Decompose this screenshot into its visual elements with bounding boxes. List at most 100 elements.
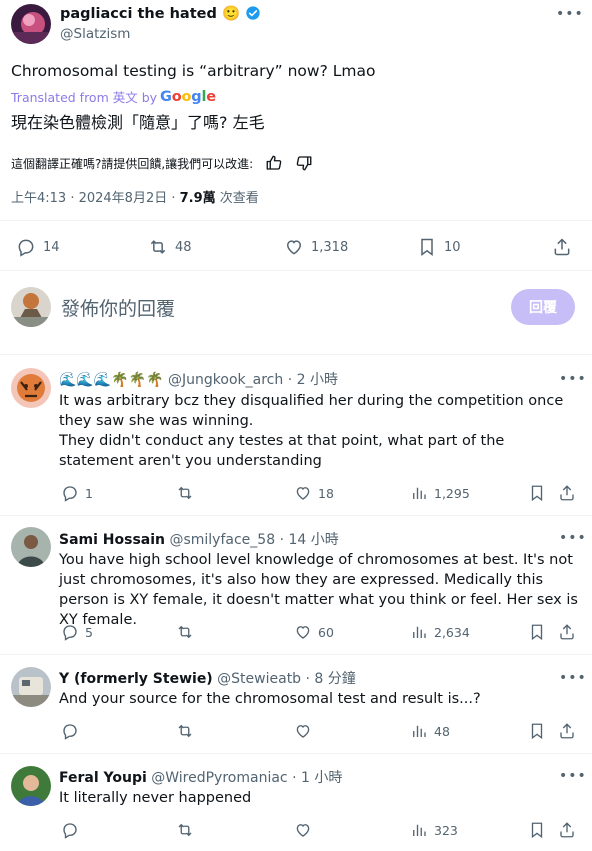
share-action[interactable] [552,237,572,257]
views-count: 323 [434,822,458,838]
bookmark-action[interactable]: 10 [417,237,461,257]
reply-header: Feral Youpi @WiredPyromaniac · 1 小時 [59,767,342,787]
feedback-prompt: 這個翻譯正確嗎?請提供回饋,讓我們可以改進: [11,156,254,171]
author-name-text[interactable]: pagliacci the hated [60,6,217,22]
reply-text: It was arbitrary bcz they disqualified h… [59,391,579,471]
reply-text-line: They didn't conduct any testes at that p… [59,433,505,469]
translation-feedback: 這個翻譯正確嗎?請提供回饋,讓我們可以改進: [11,154,313,172]
author-name[interactable]: pagliacci the hated 🙂 [60,5,261,22]
like-action[interactable] [294,821,312,839]
author-emoji: 🙂 [221,6,240,22]
retweet-action[interactable] [176,484,194,502]
share-icon [560,723,574,739]
reply-action[interactable]: 1 [61,484,93,502]
bookmark-action[interactable] [528,623,546,641]
like-action[interactable]: 60 [294,623,334,641]
share-icon [554,238,570,256]
reply-author-handle[interactable]: @WiredPyromaniac [151,770,287,786]
like-action[interactable]: 18 [294,484,334,502]
share-action[interactable] [558,484,576,502]
reply-author-name[interactable]: Y (formerly Stewie) [59,671,213,687]
reply-time[interactable]: · 1 小時 [292,770,342,786]
tweet-text: Chromosomal testing is “arbitrary” now? … [11,62,376,80]
retweet-action[interactable] [176,821,194,839]
views-icon [413,487,426,499]
retweet-icon [178,823,192,837]
tweet-timestamp[interactable]: 上午4:13 · 2024年8月2日 · [11,191,180,206]
retweet-action[interactable] [176,722,194,740]
more-icon[interactable]: ••• [559,530,587,546]
share-action[interactable] [558,623,576,641]
translated-by-link[interactable]: Translated from 英文 by Google [11,87,216,106]
more-icon[interactable]: ••• [556,6,584,22]
reply-icon [63,625,77,641]
more-icon[interactable]: ••• [559,768,587,784]
reply-author-handle[interactable]: @smilyface_58 [169,532,275,548]
reply-author-name[interactable]: Feral Youpi [59,770,147,786]
reply-icon [63,823,77,839]
reply-time[interactable]: · 8 分鐘 [306,671,356,687]
like-action[interactable]: 1,318 [284,237,348,257]
retweet-action[interactable] [176,623,194,641]
thumbs-down-icon[interactable] [295,154,313,172]
reply-text-line: It literally never happened [59,790,252,806]
like-count: 60 [318,624,334,640]
bookmark-action[interactable] [528,484,546,502]
reply-avatar[interactable] [11,667,51,707]
views-action[interactable]: 2,634 [410,623,470,641]
reply-button[interactable]: 回覆 [511,289,575,325]
retweet-icon [178,724,192,738]
thumbs-up-icon[interactable] [265,154,283,172]
more-icon[interactable]: ••• [559,670,587,686]
views-count: 2,634 [434,624,470,640]
reply-icon [18,239,34,257]
share-action[interactable] [558,821,576,839]
reply-text: And your source for the chromosomal test… [59,689,579,709]
reply-action[interactable] [61,821,79,839]
reply-action[interactable]: 5 [61,623,93,641]
reply-action[interactable] [61,722,79,740]
reply-header: Sami Hossain @smilyface_58 · 14 小時 [59,529,339,549]
share-action[interactable] [558,722,576,740]
reply-author-handle[interactable]: @Jungkook_arch [168,372,283,388]
reply-avatar[interactable] [11,766,51,806]
author-avatar[interactable] [11,4,51,44]
reply-author-name[interactable]: 🌊🌊🌊🌴🌴🌴 [59,372,164,388]
views-icon [413,626,426,638]
reply-header: 🌊🌊🌊🌴🌴🌴 @Jungkook_arch · 2 小時 [59,369,338,389]
views-count: 1,295 [434,485,470,501]
tweet-views-label: 次查看 [215,191,259,206]
retweet-action[interactable]: 48 [148,237,192,257]
reply-action[interactable]: 14 [16,237,60,257]
bookmark-action[interactable] [528,722,546,740]
reply-author-handle[interactable]: @Stewieatb [217,671,301,687]
like-icon [296,725,310,738]
bookmark-icon [531,723,543,740]
author-handle[interactable]: @Slatzism [60,26,130,42]
reply-time[interactable]: · 14 小時 [280,532,339,548]
bookmark-icon [531,624,543,641]
views-icon [413,824,426,836]
reply-input[interactable]: 發佈你的回覆 [61,294,175,321]
bookmark-icon [531,822,543,839]
verified-badge-icon [246,6,260,20]
bookmark-action[interactable] [528,821,546,839]
more-icon[interactable]: ••• [559,371,587,387]
share-icon [560,624,574,640]
reply-avatar[interactable] [11,527,51,567]
retweet-icon [178,486,192,500]
reply-count: 14 [43,239,60,255]
views-action[interactable]: 323 [410,821,458,839]
views-action[interactable]: 1,295 [410,484,470,502]
reply-avatar[interactable] [11,368,51,408]
like-count: 1,318 [311,239,349,255]
views-action[interactable]: 48 [410,722,450,740]
divider [0,654,592,655]
tweet-meta: 上午4:13 · 2024年8月2日 · 7.9萬 次查看 [11,187,259,206]
translated-prefix: Translated from 英文 by [11,90,158,105]
my-avatar[interactable] [11,287,51,327]
reply-time[interactable]: · 2 小時 [288,372,338,388]
like-action[interactable] [294,722,312,740]
reply-text: It literally never happened [59,788,579,808]
reply-author-name[interactable]: Sami Hossain [59,532,165,548]
